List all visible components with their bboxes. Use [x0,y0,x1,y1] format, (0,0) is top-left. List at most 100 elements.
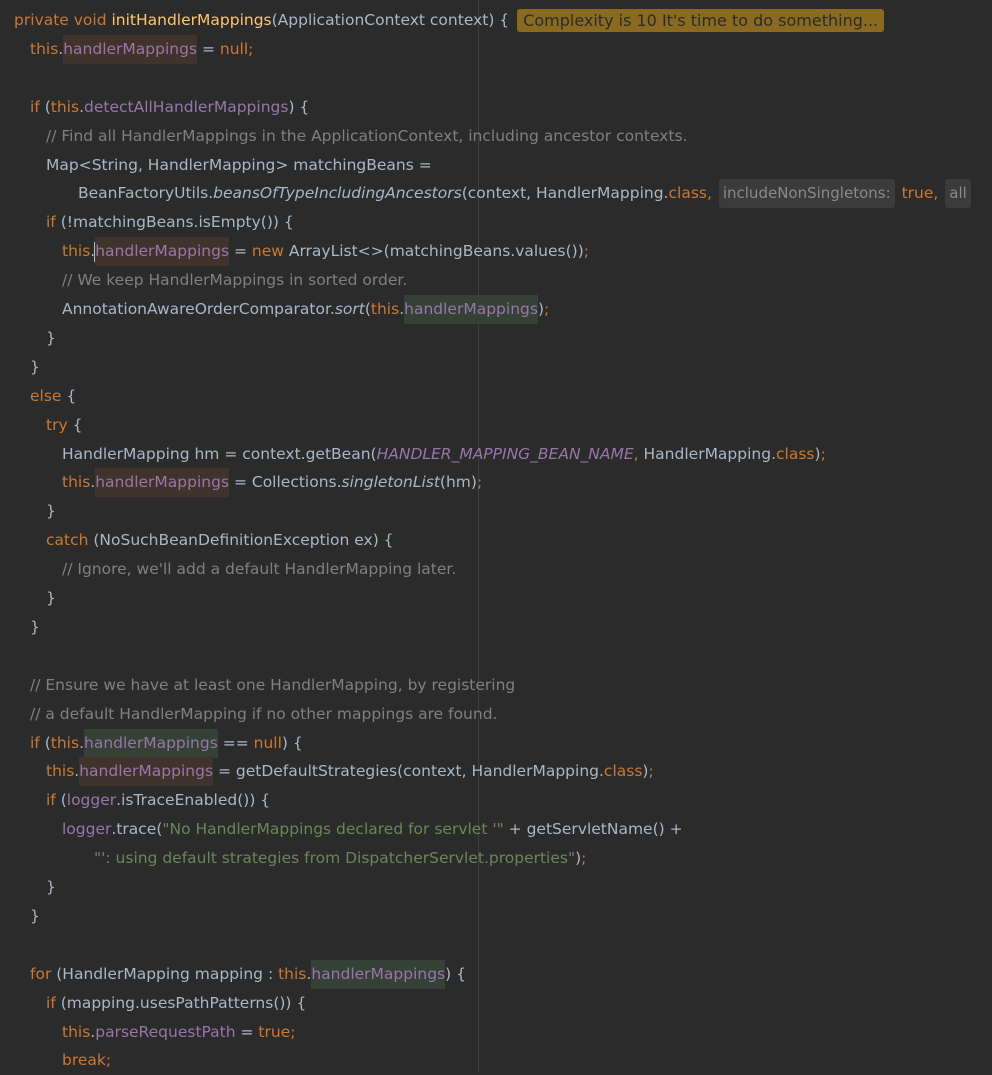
code-token: (NoSuchBeanDefinitionException ex) { [93,531,394,550]
code-line[interactable]: } [46,584,56,613]
code-line[interactable]: this. parseRequestPath = true; [62,1018,295,1047]
code-line[interactable]: if (this. handlerMappings == null) { [30,728,303,758]
code-token: } [46,328,56,347]
code-line[interactable]: HandlerMapping hm = context.getBean(HAND… [62,440,826,469]
code-token: handlerMappings [95,468,230,498]
code-line[interactable]: // Ensure we have at least one HandlerMa… [30,671,515,700]
code-line[interactable]: if (this. detectAllHandlerMappings) { [30,93,309,122]
code-line[interactable]: if (logger .isTraceEnabled()) { [46,786,270,815]
code-line[interactable]: this. handlerMappings = Collections. singl… [62,468,483,498]
code-token: ; [248,39,254,58]
code-token: this [62,473,91,492]
parameter-hint: includeNonSingletons: [718,179,895,209]
code-token: ) { [281,733,303,752]
code-token: } [30,617,40,636]
code-token: .trace( [111,820,163,839]
code-line[interactable]: } [46,497,56,526]
code-token: this [278,964,307,983]
code-line[interactable]: // Ignore, we'll add a default HandlerMa… [62,555,456,584]
code-line[interactable]: // We keep HandlerMappings in sorted ord… [62,266,407,295]
code-token: ; [476,473,483,492]
code-token: ArrayList<>(matchingBeans.values()) [288,242,584,261]
code-token: handlerMappings [79,757,214,787]
code-token: parseRequestPath [95,1022,236,1041]
code-token: { [66,386,77,405]
code-token: ; [581,849,587,868]
code-token: logger [66,791,117,810]
code-token: for [30,964,57,983]
code-line[interactable]: this. handlerMappings = null; [30,34,254,64]
code-token: .isTraceEnabled()) { [116,791,271,810]
code-token: (hm) [439,473,477,492]
code-token: this [50,733,80,752]
code-line[interactable]: try { [46,411,82,440]
complexity-badge[interactable]: Complexity is 10 It's time to do somethi… [517,9,885,32]
code-line[interactable]: "': using default strategies from Dispat… [94,844,586,873]
code-line[interactable]: break; [62,1046,111,1075]
code-line[interactable]: this. handlerMappings = getDefaultStrateg… [46,757,654,787]
code-line[interactable]: } [30,902,40,931]
code-token: , [933,184,944,203]
code-token: this [30,39,59,58]
code-token: null [219,39,249,58]
code-token: this [370,300,400,318]
code-token: (context, HandlerMapping. [461,184,669,203]
code-token: (!matchingBeans.isEmpty()) { [60,213,294,232]
code-line[interactable]: } [46,873,56,902]
code-token: logger [62,820,112,839]
code-token: if [46,791,61,810]
code-token: == [217,733,254,752]
code-line[interactable]: for (HandlerMapping mapping : this. handl… [30,959,466,989]
code-line[interactable]: } [30,613,40,642]
code-token: ; [544,300,550,318]
code-token: this [62,242,91,261]
code-token: else [30,386,67,405]
code-token: handlerMappings [63,34,198,64]
code-line[interactable]: if (!matchingBeans.isEmpty()) { [46,208,294,237]
code-token: null [253,733,282,752]
code-token: } [30,906,40,925]
code-line[interactable]: // a default HandlerMapping if no other … [30,700,497,729]
code-line[interactable]: } [46,324,56,353]
code-token: Map<String, HandlerMapping> matchingBean… [46,155,432,174]
code-token: true [896,184,934,203]
code-token: (mapping.usesPathPatterns()) { [60,993,307,1012]
code-line[interactable]: catch (NoSuchBeanDefinitionException ex)… [46,526,394,555]
code-line[interactable]: this. handlerMappings = new ArrayList<>(m… [62,237,589,267]
parameter-hint: all [945,179,971,209]
code-token: // a default HandlerMapping if no other … [30,704,498,723]
code-token: handlerMappings [95,237,230,267]
code-line[interactable]: if (mapping.usesPathPatterns()) { [46,989,306,1018]
code-token: , [633,444,644,463]
code-line[interactable]: private void initHandlerMappings (Applica… [14,6,885,35]
code-token: = Collections. [229,473,342,492]
code-token: class [668,184,707,203]
code-token: } [30,357,40,376]
code-token: = [235,1022,259,1041]
code-token: AnnotationAwareOrderComparator. [62,300,335,318]
code-line[interactable]: } [30,353,40,382]
code-token: (HandlerMapping mapping : [56,964,279,983]
code-line[interactable]: else { [30,382,76,411]
code-editor[interactable]: private void initHandlerMappings (Applica… [0,0,992,1073]
code-token: // Find all HandlerMappings in the Appli… [46,126,688,145]
code-token: = [197,39,220,58]
code-line[interactable]: // Find all HandlerMappings in the Appli… [46,122,688,151]
code-token: , [706,184,717,203]
code-token: this [46,762,75,781]
code-token: if [46,993,61,1012]
code-line[interactable]: logger .trace("No HandlerMappings declare… [62,815,683,844]
code-token: singletonList [341,473,440,492]
code-line[interactable]: Map<String, HandlerMapping> matchingBean… [46,151,432,180]
code-token: class [776,444,815,463]
code-line[interactable]: AnnotationAwareOrderComparator. sort(this… [62,295,549,324]
code-token: catch [46,531,94,550]
code-token: + getServletName() + [503,820,683,839]
code-token: ; [820,444,826,463]
code-line[interactable]: BeanFactoryUtils. beansOfTypeIncludingAnc… [78,179,973,209]
code-token: } [46,502,56,521]
code-token: initHandlerMappings [111,11,272,29]
code-token: if [46,213,61,232]
code-token: private void [14,11,112,29]
code-token: if [30,97,45,116]
